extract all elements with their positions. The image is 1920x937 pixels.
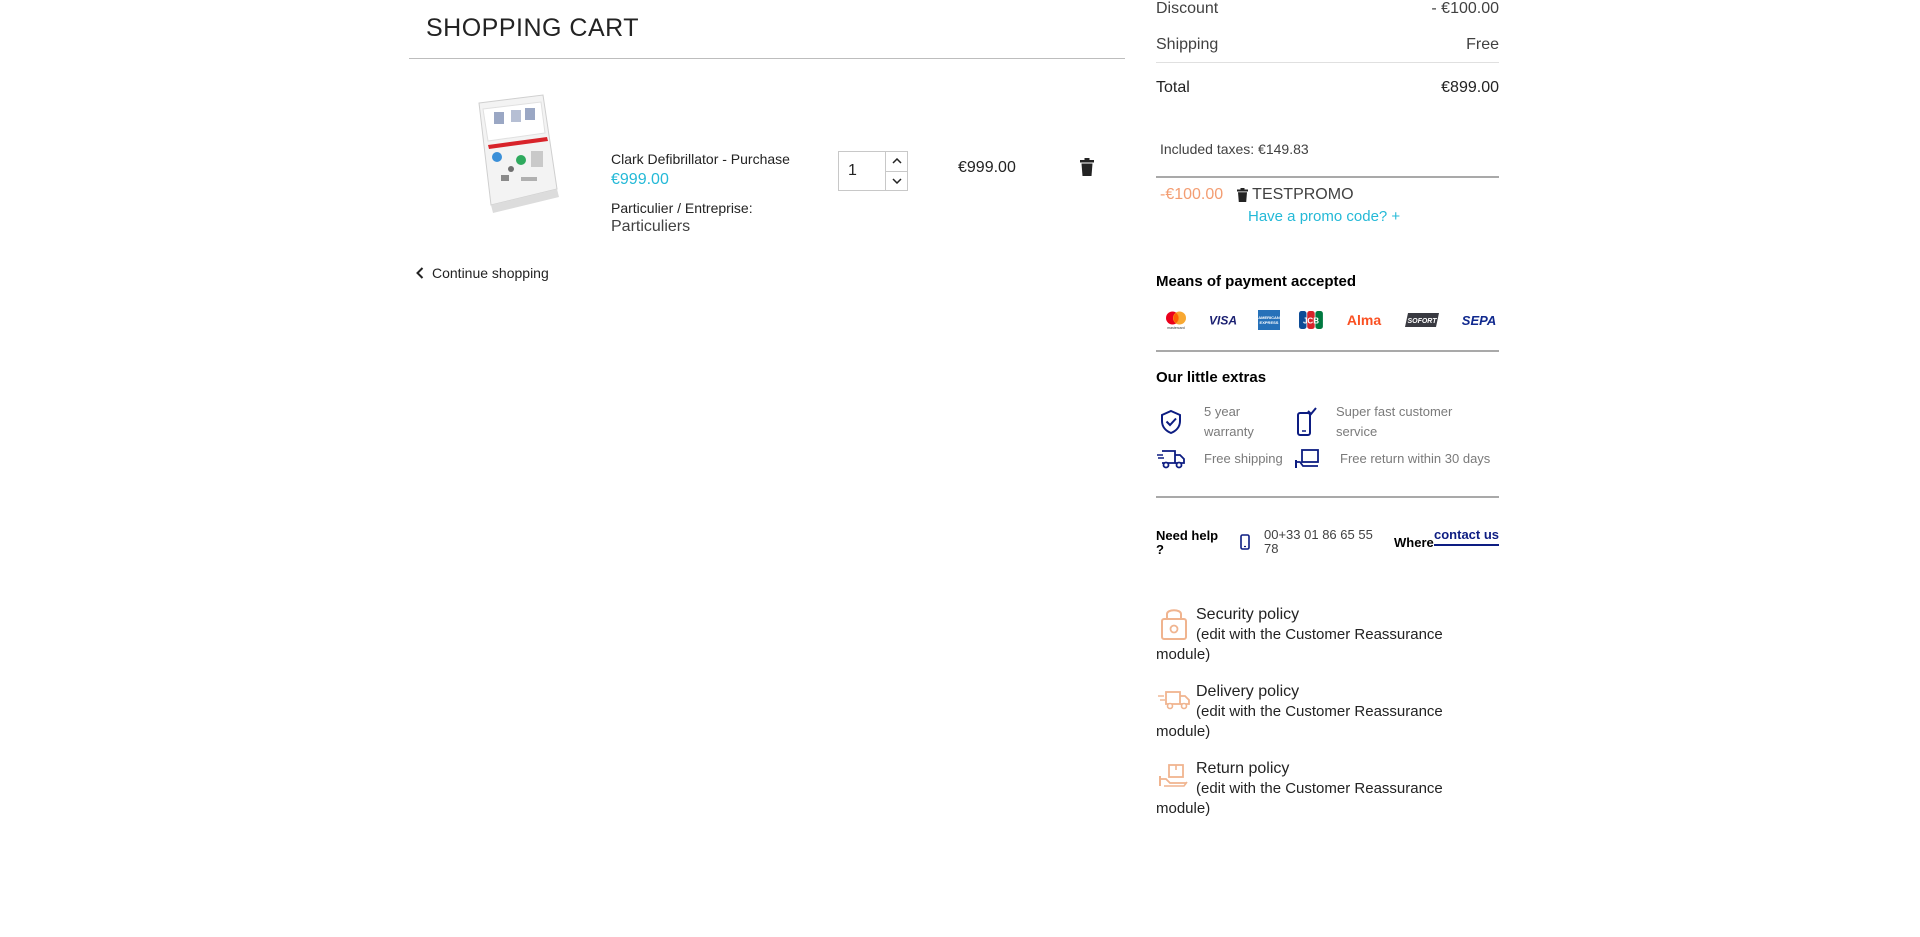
- svg-text:mastercard: mastercard: [1167, 326, 1185, 330]
- extra-label: Free shipping: [1204, 451, 1283, 466]
- visa-icon: VISA: [1208, 310, 1238, 330]
- payment-title: Means of payment accepted: [1156, 273, 1357, 290]
- summary-divider: [1156, 176, 1499, 178]
- summary-divider: [1156, 350, 1499, 352]
- product-attribute-label: Particulier / Entreprise:: [611, 200, 753, 216]
- svg-text:SOFORT: SOFORT: [1408, 318, 1438, 325]
- quantity-decrease-button[interactable]: [886, 170, 907, 191]
- extras-title: Our little extras: [1156, 369, 1267, 386]
- shield-check-icon: [1156, 407, 1186, 437]
- box-return-icon: [1159, 764, 1188, 787]
- shipping-row: Shipping Free: [1156, 36, 1499, 54]
- delivery-truck-icon: [1156, 444, 1186, 474]
- extra-free-shipping: Free shipping: [1156, 444, 1283, 474]
- svg-text:Alma: Alma: [1347, 312, 1381, 328]
- mobile-phone-icon: [1240, 534, 1250, 550]
- product-image[interactable]: [461, 89, 571, 214]
- summary-divider: [1156, 496, 1499, 498]
- cart-item: Clark Defibrillator - Purchase €999.00 P…: [409, 59, 1125, 249]
- quantity-input[interactable]: [839, 152, 885, 190]
- shipping-label: Shipping: [1156, 36, 1219, 53]
- truck-icon: [1158, 691, 1190, 710]
- discount-value: - €100.00: [1431, 0, 1499, 17]
- policy-title: Security policy: [1196, 606, 1300, 623]
- discount-label: Discount: [1156, 0, 1219, 17]
- svg-text:VISA: VISA: [1209, 314, 1237, 328]
- padlock-icon: [1161, 609, 1187, 640]
- promo-amount: -€100.00: [1160, 186, 1224, 203]
- extra-customer-service: Super fast customer service: [1291, 402, 1499, 442]
- chevron-up-icon: [891, 158, 902, 164]
- page-title: SHOPPING CART: [426, 14, 640, 42]
- security-policy: Security policy (edit with the Customer …: [1156, 605, 1499, 665]
- jcb-icon: JCB: [1299, 310, 1324, 330]
- quantity-stepper: [838, 151, 908, 191]
- svg-text:EXPRESS: EXPRESS: [1259, 320, 1278, 325]
- help-label: Need help ?: [1156, 528, 1219, 557]
- shipping-value: Free: [1466, 36, 1499, 53]
- quantity-increase-button[interactable]: [886, 152, 907, 171]
- continue-shopping-label: Continue shopping: [432, 265, 549, 281]
- chevron-left-icon: [416, 267, 424, 279]
- mastercard-icon: mastercard: [1164, 310, 1188, 330]
- return-policy: Return policy (edit with the Customer Re…: [1156, 759, 1499, 819]
- extra-free-return: Free return within 30 days: [1293, 444, 1490, 474]
- cart-column: SHOPPING CART Clark Defibrillator - Purc…: [409, 0, 1125, 281]
- policy-title: Delivery policy: [1196, 683, 1300, 700]
- extra-warranty: 5 year warranty: [1156, 402, 1296, 442]
- summary-divider: [1156, 62, 1499, 63]
- promo-code-name: TESTPROMO: [1252, 186, 1354, 203]
- return-laptop-icon: [1293, 444, 1323, 474]
- policy-title: Return policy: [1196, 760, 1290, 777]
- delivery-policy: Delivery policy (edit with the Customer …: [1156, 682, 1499, 742]
- product-name[interactable]: Clark Defibrillator - Purchase: [611, 151, 790, 167]
- alma-icon: Alma: [1343, 310, 1385, 330]
- extra-label: 5 year warranty: [1204, 404, 1254, 439]
- quantity-buttons: [885, 152, 907, 190]
- trash-icon: [1080, 158, 1094, 176]
- line-total: €999.00: [958, 159, 1016, 176]
- policy-description: (edit with the Customer Reassurance modu…: [1156, 703, 1443, 740]
- extra-label: Super fast customer service: [1336, 404, 1453, 439]
- promo-code-toggle[interactable]: Have a promo code? +: [1248, 208, 1400, 225]
- payment-methods: mastercard VISA AMERICAN EXPRESS JCB Alm…: [1164, 310, 1499, 330]
- phone-check-icon: [1291, 407, 1321, 437]
- contact-us-link[interactable]: contact us: [1434, 526, 1499, 546]
- amex-icon: AMERICAN EXPRESS: [1257, 310, 1280, 330]
- help-where-label: Where: [1394, 535, 1434, 550]
- total-row: Total €899.00: [1156, 79, 1499, 97]
- included-taxes: Included taxes: €149.83: [1160, 141, 1309, 157]
- discount-row: Discount - €100.00: [1156, 0, 1499, 18]
- product-unit-price: €999.00: [611, 171, 669, 188]
- help-block: Need help ? 00+33 01 86 65 55 78 Where c…: [1156, 526, 1499, 562]
- policy-description: (edit with the Customer Reassurance modu…: [1156, 626, 1443, 663]
- policy-description: (edit with the Customer Reassurance modu…: [1156, 780, 1443, 817]
- sepa-icon: SEPA: [1459, 310, 1499, 330]
- applied-promo: -€100.00 TESTPROMO: [1160, 186, 1354, 204]
- remove-promo-icon[interactable]: [1237, 188, 1249, 202]
- svg-text:SEPA: SEPA: [1462, 313, 1496, 328]
- help-phone-number[interactable]: 00+33 01 86 65 55 78: [1264, 528, 1382, 556]
- continue-shopping-link[interactable]: Continue shopping: [416, 265, 549, 281]
- extra-label: Free return within 30 days: [1340, 451, 1491, 466]
- remove-item-button[interactable]: [1080, 158, 1094, 176]
- product-attribute-value: Particuliers: [611, 218, 691, 235]
- total-label: Total: [1156, 79, 1190, 96]
- total-value: €899.00: [1441, 79, 1499, 96]
- svg-text:JCB: JCB: [1303, 317, 1319, 326]
- sofort-icon: SOFORT: [1405, 310, 1440, 330]
- chevron-down-icon: [891, 178, 902, 184]
